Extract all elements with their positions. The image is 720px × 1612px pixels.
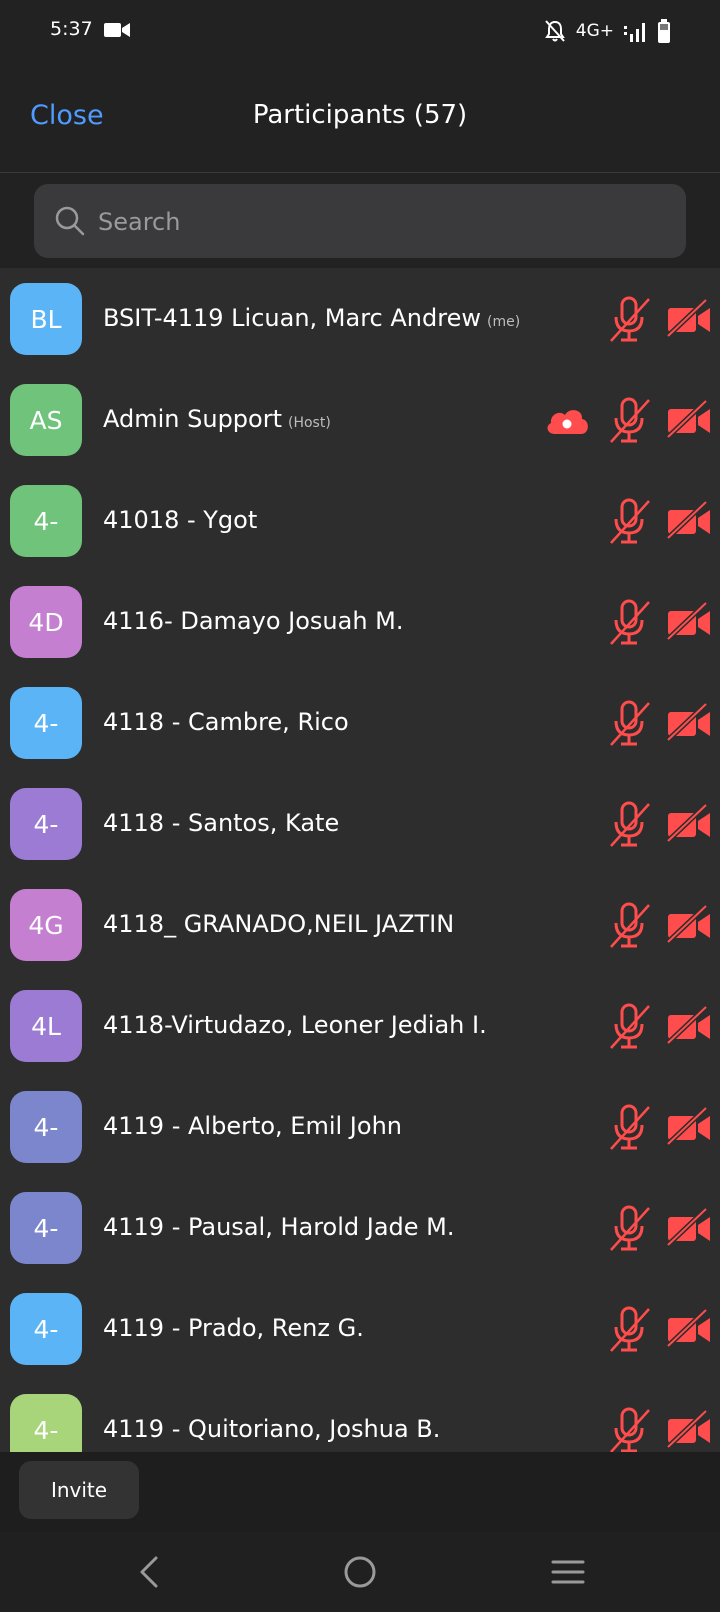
participant-name: 4118 - Santos, Kate	[103, 809, 339, 837]
participant-row[interactable]: 4L 4118-Virtudazo, Leoner Jediah I.	[0, 977, 720, 1078]
avatar: 4-	[10, 687, 82, 759]
participant-name-text: 4119 - Quitoriano, Joshua B.	[103, 1415, 441, 1443]
mic-muted-icon[interactable]	[607, 1103, 651, 1151]
participant-name: 4119 - Prado, Renz G.	[103, 1314, 364, 1342]
video-off-icon[interactable]	[666, 702, 712, 742]
search-box[interactable]	[34, 184, 686, 260]
avatar: 4-	[10, 485, 82, 557]
participant-name: 4119 - Alberto, Emil John	[103, 1112, 402, 1140]
mic-muted-icon[interactable]	[607, 396, 651, 444]
participant-name: 4118_ GRANADO,NEIL JAZTIN	[103, 910, 454, 938]
video-off-icon[interactable]	[666, 1005, 712, 1045]
participants-screen: 5:37 4G+ Close Participants (57) Search …	[0, 0, 720, 1612]
video-off-icon[interactable]	[666, 1308, 712, 1348]
home-icon[interactable]	[340, 1552, 380, 1592]
participant-name-text: BSIT-4119 Licuan, Marc Andrew	[103, 304, 481, 332]
network-type: 4G+	[575, 21, 614, 41]
avatar: 4-	[10, 1293, 82, 1365]
participant-row[interactable]: 4- 4118 - Cambre, Rico	[0, 674, 720, 775]
participant-row[interactable]: BL BSIT-4119 Licuan, Marc Andrew (me)	[0, 270, 720, 371]
participant-name-text: 4118 - Santos, Kate	[103, 809, 340, 837]
participant-name: 4118 - Cambre, Rico	[103, 708, 349, 736]
video-off-icon[interactable]	[666, 399, 712, 439]
video-off-icon[interactable]	[666, 601, 712, 641]
video-off-icon[interactable]	[666, 1409, 712, 1449]
video-off-icon[interactable]	[666, 803, 712, 843]
participant-name: 4119 - Pausal, Harold Jade M.	[103, 1213, 455, 1241]
mic-muted-icon[interactable]	[607, 1406, 651, 1452]
participant-name: 4116- Damayo Josuah M.	[103, 607, 404, 635]
participant-row[interactable]: AS Admin Support (Host)	[0, 371, 720, 472]
search-icon	[55, 206, 85, 236]
invite-button[interactable]: Invite	[19, 1461, 139, 1519]
cloud-recording-icon	[547, 410, 588, 434]
participant-name-text: 4116- Damayo Josuah M.	[103, 607, 404, 635]
participant-name: 41018 - Ygot	[103, 506, 257, 534]
header: Close Participants (57)	[0, 62, 720, 174]
participant-row[interactable]: 4- 41018 - Ygot	[0, 472, 720, 573]
signal-icon	[624, 23, 645, 42]
participant-row[interactable]: 4- 4119 - Quitoriano, Joshua B.	[0, 1381, 720, 1452]
participant-name-text: 41018 - Ygot	[103, 506, 258, 534]
avatar: 4G	[10, 889, 82, 961]
search-input[interactable]	[96, 184, 660, 260]
video-off-icon[interactable]	[666, 1106, 712, 1146]
mic-muted-icon[interactable]	[607, 800, 651, 848]
video-off-icon[interactable]	[666, 298, 712, 338]
participant-row[interactable]: 4- 4118 - Santos, Kate	[0, 775, 720, 876]
system-nav-bar	[0, 1532, 720, 1612]
participant-name-text: 4119 - Prado, Renz G.	[103, 1314, 364, 1342]
participant-name: 4118-Virtudazo, Leoner Jediah I.	[103, 1011, 487, 1039]
back-icon[interactable]	[130, 1552, 170, 1592]
participant-role-tag: (me)	[486, 314, 521, 330]
participant-name-text: 4118-Virtudazo, Leoner Jediah I.	[103, 1011, 487, 1039]
video-off-icon[interactable]	[666, 500, 712, 540]
mic-muted-icon[interactable]	[607, 1305, 651, 1353]
participant-list[interactable]: BL BSIT-4119 Licuan, Marc Andrew (me) AS Adm…	[0, 270, 720, 1452]
page-title: Participants (57)	[252, 100, 468, 130]
status-time: 5:37	[50, 18, 93, 40]
participant-name-text: 4119 - Alberto, Emil John	[103, 1112, 402, 1140]
avatar: 4-	[10, 788, 82, 860]
status-bar: 5:37 4G+	[0, 0, 720, 62]
battery-icon	[658, 19, 670, 43]
avatar: 4D	[10, 586, 82, 658]
avatar: BL	[10, 283, 82, 355]
avatar: 4-	[10, 1091, 82, 1163]
mic-muted-icon[interactable]	[607, 699, 651, 747]
bell-muted-icon	[544, 20, 565, 42]
mic-muted-icon[interactable]	[607, 1002, 651, 1050]
mic-muted-icon[interactable]	[607, 295, 651, 343]
participant-name-text: Admin Support	[103, 405, 282, 433]
recents-icon[interactable]	[548, 1552, 588, 1592]
mic-muted-icon[interactable]	[607, 598, 651, 646]
search-area	[0, 173, 720, 268]
video-off-icon[interactable]	[666, 1207, 712, 1247]
participant-role-tag: (Host)	[288, 415, 331, 431]
participant-name: 4119 - Quitoriano, Joshua B.	[103, 1415, 440, 1443]
participant-row[interactable]: 4- 4119 - Prado, Renz G.	[0, 1280, 720, 1381]
avatar: AS	[10, 384, 82, 456]
participant-name: Admin Support (Host)	[103, 405, 331, 433]
participant-row[interactable]: 4D 4116- Damayo Josuah M.	[0, 573, 720, 674]
participant-name: BSIT-4119 Licuan, Marc Andrew (me)	[103, 304, 520, 332]
avatar: 4-	[10, 1192, 82, 1264]
participant-row[interactable]: 4- 4119 - Alberto, Emil John	[0, 1078, 720, 1179]
mic-muted-icon[interactable]	[607, 1204, 651, 1252]
video-off-icon[interactable]	[666, 904, 712, 944]
participant-name-text: 4118_ GRANADO,NEIL JAZTIN	[103, 910, 455, 938]
participant-row[interactable]: 4G 4118_ GRANADO,NEIL JAZTIN	[0, 876, 720, 977]
bottom-bar: Invite	[0, 1452, 720, 1532]
avatar: 4-	[10, 1394, 82, 1452]
participant-name-text: 4118 - Cambre, Rico	[103, 708, 349, 736]
participant-row[interactable]: 4- 4119 - Pausal, Harold Jade M.	[0, 1179, 720, 1280]
video-camera-icon	[104, 23, 130, 37]
avatar: 4L	[10, 990, 82, 1062]
mic-muted-icon[interactable]	[607, 901, 651, 949]
participant-name-text: 4119 - Pausal, Harold Jade M.	[103, 1213, 455, 1241]
mic-muted-icon[interactable]	[607, 497, 651, 545]
status-indicators: 4G+	[544, 16, 670, 46]
